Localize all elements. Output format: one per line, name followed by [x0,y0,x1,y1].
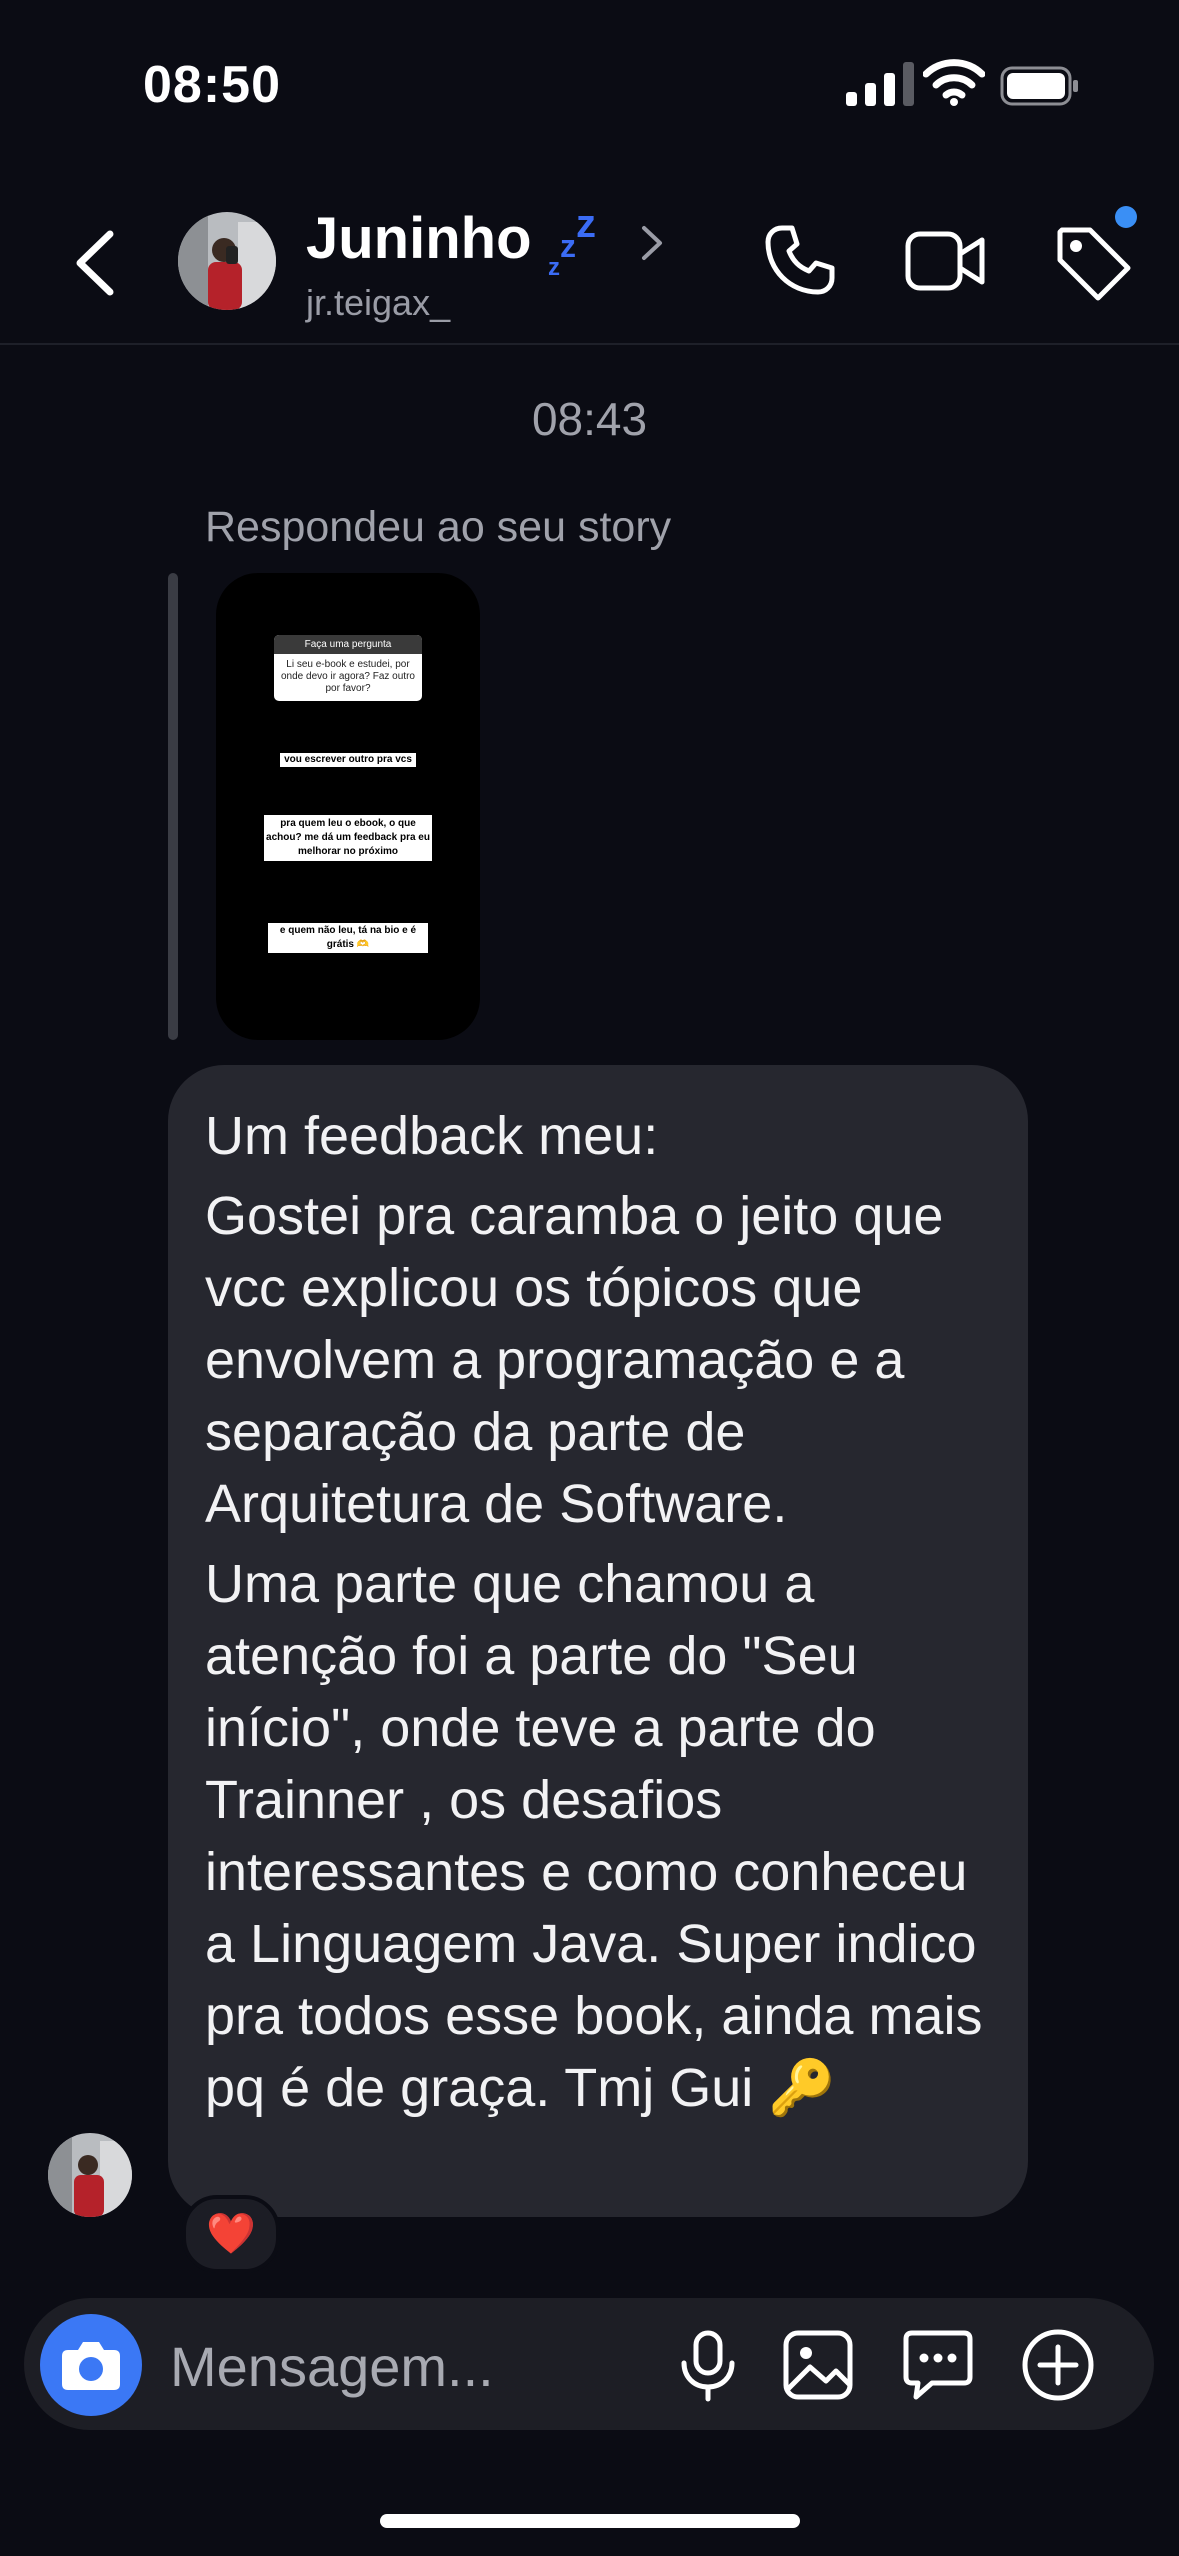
contact-avatar[interactable] [178,212,276,310]
story-thumbnail[interactable]: Faça uma pergunta Li seu e-book e estude… [216,573,480,1040]
video-call-icon[interactable] [905,226,985,296]
sleep-zzz-icon: zzz [548,202,596,281]
camera-button[interactable] [40,2314,142,2416]
cellular-signal-icon [846,62,914,106]
story-sticker-2: pra quem leu o ebook, o que achou? me dá… [264,815,432,861]
gallery-icon[interactable] [778,2325,858,2405]
message-paragraph-1: Gostei pra caramba o jeito que vcc expli… [205,1186,944,1534]
wifi-icon [923,59,985,106]
message-timestamp: 08:43 [531,393,648,445]
story-sticker-1: vou escrever outro pra vcs [280,753,416,767]
battery-icon [1000,66,1078,106]
phone-call-icon[interactable] [762,222,838,298]
message-input[interactable] [168,2325,632,2407]
home-indicator [380,2514,800,2528]
contact-username[interactable]: jr.teigax_ [306,282,450,324]
back-arrow-icon[interactable] [70,228,120,298]
notification-dot [1115,206,1137,228]
quote-bar [168,573,178,1040]
status-time: 08:50 [143,56,281,114]
story-question-header: Faça uma pergunta [274,635,422,654]
story-question-card: Faça uma pergunta Li seu e-book e estude… [274,635,422,701]
chevron-right-icon[interactable] [638,222,666,264]
story-question-text: Li seu e-book e estudei, por onde devo i… [281,659,415,694]
sender-avatar[interactable] [48,2133,132,2217]
heart-reaction[interactable]: ❤️ [182,2195,280,2273]
story-reply-label: Respondeu ao seu story [205,503,672,551]
message-line-1: Um feedback meu: [205,1106,659,1166]
message-text: Um feedback meu: Gostei pra caramba o je… [205,1100,1005,2124]
camera-icon [62,2342,120,2390]
message-paragraph-2: Uma parte que chamou a atenção foi a par… [205,1554,983,2118]
header-divider [0,343,1179,345]
microphone-icon[interactable] [668,2325,748,2405]
tag-icon[interactable] [1052,222,1132,302]
story-sticker-3: e quem não leu, tá na bio e é grátis 🫶 [268,923,428,953]
contact-name[interactable]: Juninho [306,205,532,272]
add-plus-icon[interactable] [1018,2325,1098,2405]
sticker-chat-icon[interactable] [898,2325,978,2405]
